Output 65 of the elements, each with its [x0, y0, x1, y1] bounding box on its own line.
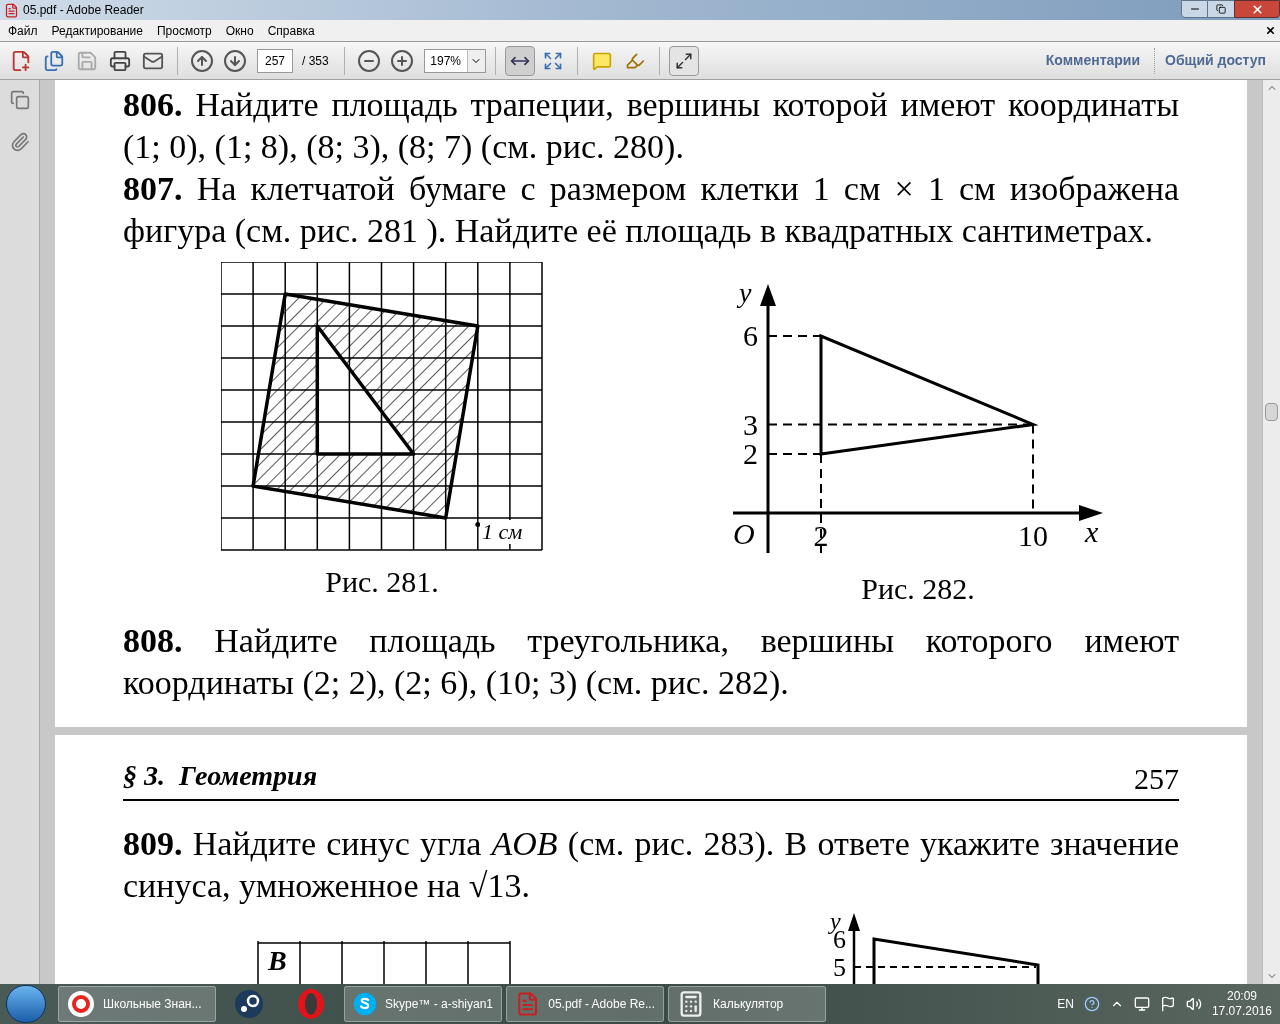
- new-file-icon: [10, 49, 32, 72]
- close-icon[interactable]: [1265, 25, 1276, 36]
- full-screen-button[interactable]: [668, 45, 699, 76]
- tick-label: 6: [743, 319, 758, 352]
- scroll-thumb[interactable]: [1265, 403, 1278, 421]
- minimize-button[interactable]: [1181, 0, 1208, 18]
- fit-width-button[interactable]: [504, 45, 535, 76]
- minus-icon: [356, 48, 381, 73]
- page-number-field[interactable]: 257: [257, 48, 293, 73]
- steam-icon: [234, 989, 264, 1019]
- opera-icon: [296, 988, 326, 1020]
- problem-text: 806. Найдите площадь трапеции, вершины которой имеют координаты (1; 0), (1; 8), (8; 3), (8; 7) (см. рис. 280).: [123, 85, 1179, 167]
- pages-icon[interactable]: [9, 90, 30, 110]
- menu-item[interactable]: Справка: [263, 21, 319, 40]
- problem-text: 809. Найдите синус угла AOB (см. рис. 283). В ответе укажите значение синуса, умноженное на √13.: [123, 824, 1179, 906]
- page-number: 257: [1134, 761, 1179, 797]
- language-indicator[interactable]: EN: [1057, 995, 1074, 1013]
- plus-icon: [389, 48, 414, 73]
- page-count: / 353: [301, 52, 330, 70]
- start-button[interactable]: [6, 985, 46, 1023]
- point-label: B: [268, 945, 287, 977]
- problem-text: 807. На клетчатой бумаге с размером клетки 1 см × 1 см изображена фигура (см. рис. 281 ). Найдите её площадь в квадратных сантиметрах.: [123, 169, 1179, 251]
- restore-icon: [1216, 4, 1226, 14]
- taskbar-button[interactable]: Школьные Знан...: [58, 986, 216, 1022]
- menu-item[interactable]: Просмотр: [152, 21, 216, 40]
- menu-item[interactable]: Редактирование: [47, 21, 147, 40]
- files-icon: [43, 49, 65, 72]
- pdf-file-icon: [4, 2, 19, 18]
- figure-caption: Рис. 282.: [861, 572, 975, 606]
- close-icon: [1250, 2, 1264, 16]
- figure-caption: Рис. 281.: [325, 565, 439, 599]
- scale-label: 1 см: [480, 520, 525, 544]
- printer-icon: [109, 49, 131, 72]
- axis-label: x: [1085, 515, 1099, 548]
- clock[interactable]: 20:09 17.07.2016: [1211, 989, 1272, 1019]
- problem-text: 808. Найдите площадь треугольника, вершины которого имеют координаты (2; 2), (2; 6), (10; 3) (см. рис. 282).: [123, 621, 1179, 703]
- window-title: 05.pdf - Adobe Reader: [23, 2, 144, 19]
- y-axis: [848, 913, 860, 984]
- help-icon[interactable]: [1083, 996, 1100, 1012]
- arrow-down-icon: [223, 48, 247, 73]
- save-icon: [76, 49, 98, 72]
- network-icon[interactable]: [1133, 996, 1150, 1012]
- toolbar-link[interactable]: Общий доступ: [1165, 50, 1266, 71]
- restore-button[interactable]: [1208, 0, 1234, 18]
- volume-icon[interactable]: [1185, 996, 1202, 1012]
- toolbar-link[interactable]: Комментарии: [1045, 50, 1141, 71]
- comment-icon: [591, 50, 612, 71]
- menu-item[interactable]: Окно: [221, 21, 258, 40]
- section-heading: § 3. Геометрия: [123, 759, 318, 793]
- zoom-select[interactable]: 197%: [423, 48, 486, 73]
- origin-label: O: [733, 517, 755, 550]
- tick-label: 10: [1018, 519, 1048, 552]
- highlighter-icon: [624, 50, 645, 71]
- taskbar-button[interactable]: Skype™ - a-shiyan1: [344, 986, 502, 1022]
- browser-icon: [67, 990, 95, 1018]
- arrow-up-icon: [190, 48, 214, 73]
- tick-label: 5: [833, 953, 846, 982]
- paperclip-icon[interactable]: [9, 132, 30, 152]
- fit-page-icon: [542, 50, 563, 71]
- close-button[interactable]: [1234, 0, 1280, 18]
- expand-arrows-icon: [674, 51, 693, 70]
- menu-item[interactable]: Файл: [4, 21, 42, 40]
- taskbar-button[interactable]: 05.pdf - Adobe Re...: [506, 986, 664, 1022]
- flag-icon[interactable]: [1159, 996, 1176, 1012]
- taskbar-button[interactable]: Калькулятор: [668, 986, 826, 1022]
